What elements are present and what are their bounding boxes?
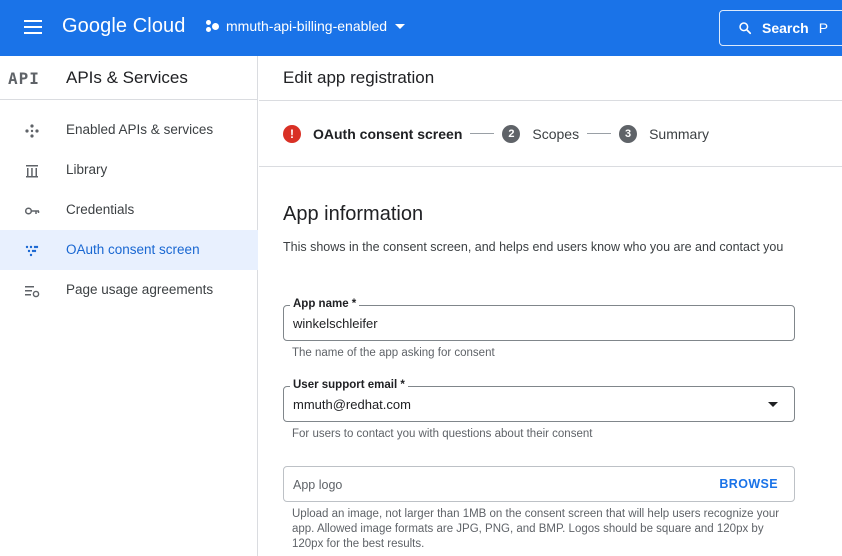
step-summary[interactable]: Summary xyxy=(649,126,709,142)
sidebar-title[interactable]: APIs & Services xyxy=(66,68,188,88)
sidebar-item-credentials[interactable]: Credentials xyxy=(0,190,258,230)
project-name: mmuth-api-billing-enabled xyxy=(226,18,388,34)
sidebar-item-oauth-consent[interactable]: OAuth consent screen xyxy=(0,230,258,270)
menu-icon[interactable] xyxy=(24,20,42,34)
sidebar-item-label: Credentials xyxy=(66,202,135,217)
dropdown-arrow-icon xyxy=(768,402,778,407)
sidebar-item-page-usage[interactable]: Page usage agreements xyxy=(0,270,258,310)
app-name-field[interactable]: App name * winkelschleifer xyxy=(283,298,795,341)
project-picker[interactable]: mmuth-api-billing-enabled xyxy=(206,18,406,34)
step-number-badge: 2 xyxy=(502,124,521,143)
support-email-hint: For users to contact you with questions … xyxy=(292,428,593,440)
step-oauth-consent[interactable]: OAuth consent screen xyxy=(313,126,462,142)
app-name-label: App name * xyxy=(290,298,360,310)
step-divider xyxy=(470,133,495,134)
sidebar-header: API APIs & Services xyxy=(0,56,257,100)
app-info-form: App information This shows in the consen… xyxy=(283,203,803,550)
search-overflow-text: P xyxy=(818,20,829,36)
step-divider xyxy=(587,133,612,134)
app-logo-placeholder: App logo xyxy=(293,478,343,492)
browse-button[interactable]: BROWSE xyxy=(719,477,778,491)
oauth-icon xyxy=(24,243,40,257)
main-content: Edit app registration ! OAuth consent sc… xyxy=(259,56,842,556)
top-app-bar: Google Cloud mmuth-api-billing-enabled S… xyxy=(0,0,842,56)
app-logo-field[interactable]: App logo BROWSE xyxy=(283,466,795,502)
app-name-value: winkelschleifer xyxy=(293,316,378,331)
app-logo-hint: Upload an image, not larger than 1MB on … xyxy=(292,508,780,550)
section-description: This shows in the consent screen, and he… xyxy=(283,240,784,254)
step-scopes[interactable]: Scopes xyxy=(532,126,579,142)
stepper: ! OAuth consent screen 2 Scopes 3 Summar… xyxy=(259,101,842,167)
search-button[interactable]: Search P xyxy=(719,10,842,46)
sidebar-item-label: Page usage agreements xyxy=(66,282,214,297)
sidebar-item-enabled-apis[interactable]: Enabled APIs & services xyxy=(0,110,258,150)
error-icon: ! xyxy=(283,124,301,143)
user-support-email-select[interactable]: User support email * mmuth@redhat.com xyxy=(283,379,795,422)
section-title: App information xyxy=(283,203,424,225)
settings-list-icon xyxy=(24,283,40,298)
search-icon xyxy=(739,22,752,35)
sidebar: API APIs & Services Enabled APIs & servi… xyxy=(0,56,258,556)
sidebar-item-label: Library xyxy=(66,162,108,177)
chevron-down-icon xyxy=(395,23,406,29)
search-label: Search xyxy=(762,20,809,36)
page-title: Edit app registration xyxy=(259,56,842,101)
support-email-label: User support email * xyxy=(290,379,408,391)
sidebar-item-library[interactable]: Library xyxy=(0,150,258,190)
api-badge-icon: API xyxy=(8,69,40,88)
sidebar-nav: Enabled APIs & services Library Credenti… xyxy=(0,110,258,310)
key-icon xyxy=(24,203,40,217)
sidebar-item-label: OAuth consent screen xyxy=(66,242,200,257)
support-email-value: mmuth@redhat.com xyxy=(293,397,411,412)
enabled-apis-icon xyxy=(24,123,40,138)
project-icon xyxy=(206,19,220,33)
sidebar-item-label: Enabled APIs & services xyxy=(66,122,214,137)
library-icon xyxy=(24,163,40,178)
app-name-hint: The name of the app asking for consent xyxy=(292,347,495,359)
step-number-badge: 3 xyxy=(619,124,638,143)
brand-logo[interactable]: Google Cloud xyxy=(62,15,186,38)
